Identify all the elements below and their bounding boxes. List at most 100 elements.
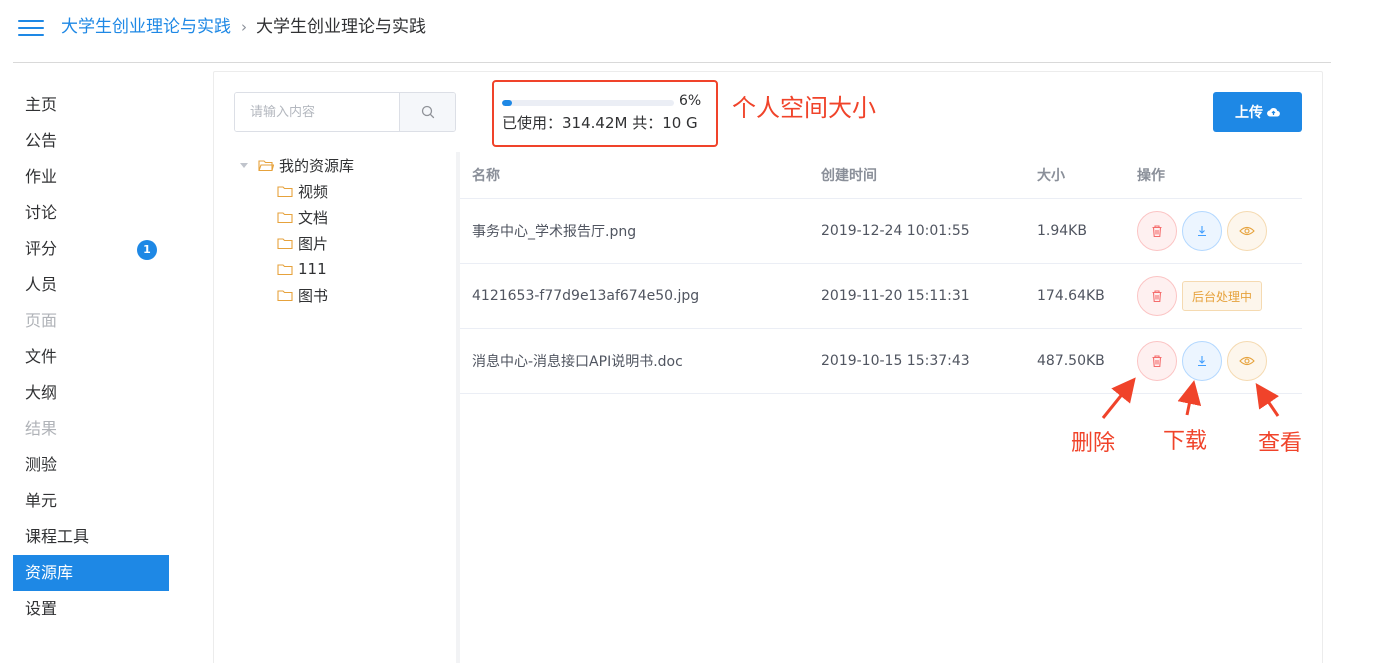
breadcrumb-current: 大学生创业理论与实践	[256, 17, 426, 37]
tree-node-label: 图书	[298, 286, 329, 305]
file-size: 174.64KB	[1037, 288, 1105, 304]
folder-open-icon	[258, 159, 274, 171]
sidebar-item-course-tools[interactable]: 课程工具	[13, 519, 169, 555]
row-actions	[1137, 329, 1272, 393]
file-name: 消息中心-消息接口API说明书.doc	[472, 354, 683, 370]
view-button[interactable]	[1227, 341, 1267, 381]
sidebar-item-settings[interactable]: 设置	[13, 591, 169, 627]
breadcrumb-course-link[interactable]: 大学生创业理论与实践	[61, 15, 231, 39]
file-table: 名称 创建时间 大小 操作 事务中心_学术报告厅.png 2019-12-24 …	[460, 152, 1302, 394]
storage-usage-text: 已使用：314.42M 共：10 G	[502, 114, 698, 132]
delete-button[interactable]	[1137, 341, 1177, 381]
file-name: 事务中心_学术报告厅.png	[472, 224, 637, 240]
download-annotation: 下载	[1163, 429, 1208, 454]
sidebar-item-syllabus[interactable]: 大纲	[13, 375, 169, 411]
folder-icon	[277, 237, 293, 249]
sidebar-item-outcomes: 结果	[13, 411, 169, 447]
table-row: 事务中心_学术报告厅.png 2019-12-24 10:01:55 1.94K…	[460, 199, 1302, 264]
sidebar-item-label: 主页	[25, 95, 58, 114]
tree-node-label: 111	[298, 260, 327, 278]
grades-count-badge: 1	[137, 240, 157, 260]
row-actions	[1137, 199, 1272, 263]
download-icon	[1198, 356, 1206, 367]
eye-icon	[1239, 356, 1255, 366]
header-divider	[13, 62, 1331, 63]
view-annotation: 查看	[1258, 431, 1303, 456]
sidebar-item-assignments[interactable]: 作业	[13, 159, 169, 195]
view-button[interactable]	[1227, 211, 1267, 251]
tree-node-label: 我的资源库	[279, 156, 355, 175]
sidebar-item-label: 作业	[25, 167, 58, 186]
tree-node-folder[interactable]: 图书	[240, 282, 450, 308]
sidebar-item-modules[interactable]: 单元	[13, 483, 169, 519]
cloud-upload-icon	[1267, 108, 1280, 117]
sidebar-item-label: 设置	[25, 599, 58, 618]
sidebar-item-resource-library[interactable]: 资源库	[13, 555, 169, 591]
caret-down-icon[interactable]	[240, 162, 248, 168]
trash-icon	[1152, 225, 1162, 238]
search-icon	[421, 105, 434, 119]
sidebar-item-label: 文件	[25, 347, 58, 366]
sidebar-item-label: 大纲	[25, 383, 58, 402]
tree-node-folder[interactable]: 视频	[240, 178, 450, 204]
eye-icon	[1239, 226, 1255, 236]
storage-percent: 6%	[679, 93, 702, 109]
delete-annotation: 删除	[1071, 431, 1116, 456]
delete-button[interactable]	[1137, 211, 1177, 251]
folder-icon	[277, 263, 293, 275]
sidebar-item-quizzes[interactable]: 测验	[13, 447, 169, 483]
sidebar-item-announcements[interactable]: 公告	[13, 123, 169, 159]
sidebar-item-label: 测验	[25, 455, 58, 474]
download-button[interactable]	[1182, 341, 1222, 381]
search-input[interactable]	[235, 93, 399, 131]
tree-node-folder[interactable]: 文档	[240, 204, 450, 230]
sidebar-item-people[interactable]: 人员	[13, 267, 169, 303]
download-button[interactable]	[1182, 211, 1222, 251]
folder-tree: 我的资源库 视频 文档 图片 111 图书	[240, 152, 450, 308]
trash-icon	[1152, 290, 1162, 303]
storage-annotation: 个人空间大小	[732, 94, 876, 122]
search-box	[234, 92, 456, 132]
column-header-actions: 操作	[1137, 168, 1165, 184]
column-header-size: 大小	[1037, 168, 1065, 184]
delete-button[interactable]	[1137, 276, 1177, 316]
file-created: 2019-12-24 10:01:55	[821, 223, 970, 239]
breadcrumb: 大学生创业理论与实践 › 大学生创业理论与实践	[61, 15, 426, 39]
download-icon	[1198, 226, 1206, 237]
row-actions: 后台处理中	[1137, 264, 1263, 328]
sidebar-item-label: 结果	[25, 419, 58, 438]
upload-button-label: 上传	[1235, 105, 1263, 121]
sidebar-item-grades[interactable]: 评分 1	[13, 231, 169, 267]
tree-node-root[interactable]: 我的资源库	[240, 152, 450, 178]
sidebar-item-label: 公告	[25, 131, 58, 150]
folder-icon	[277, 185, 293, 197]
file-name: 4121653-f77d9e13af674e50.jpg	[472, 288, 700, 304]
storage-usage: 6% 已使用：314.42M 共：10 G	[492, 80, 718, 147]
sidebar-item-pages: 页面	[13, 303, 169, 339]
trash-icon	[1152, 355, 1162, 368]
table-header: 名称 创建时间 大小 操作	[460, 152, 1302, 199]
folder-icon	[277, 289, 293, 301]
sidebar-item-label: 讨论	[25, 203, 58, 222]
sidebar-item-label: 单元	[25, 491, 58, 510]
menu-toggle-icon[interactable]	[18, 18, 44, 38]
sidebar-item-files[interactable]: 文件	[13, 339, 169, 375]
storage-progress-bar	[502, 100, 674, 106]
table-row: 消息中心-消息接口API说明书.doc 2019-10-15 15:37:43 …	[460, 329, 1302, 394]
tree-node-folder[interactable]: 111	[240, 256, 450, 282]
tree-node-folder[interactable]: 图片	[240, 230, 450, 256]
search-button[interactable]	[399, 93, 455, 131]
storage-progress-fill	[502, 100, 513, 106]
file-size: 487.50KB	[1037, 353, 1105, 369]
sidebar-item-label: 课程工具	[25, 527, 90, 546]
upload-button[interactable]: 上传	[1213, 92, 1302, 132]
file-size: 1.94KB	[1037, 223, 1087, 239]
file-created: 2019-10-15 15:37:43	[821, 353, 970, 369]
processing-status-tag: 后台处理中	[1182, 281, 1263, 311]
sidebar-item-home[interactable]: 主页	[13, 87, 169, 123]
sidebar-item-label: 资源库	[25, 563, 74, 582]
breadcrumb-separator-icon: ›	[241, 18, 247, 36]
sidebar-item-label: 页面	[25, 311, 58, 330]
sidebar-item-discussions[interactable]: 讨论	[13, 195, 169, 231]
sidebar-item-label: 人员	[25, 275, 58, 294]
